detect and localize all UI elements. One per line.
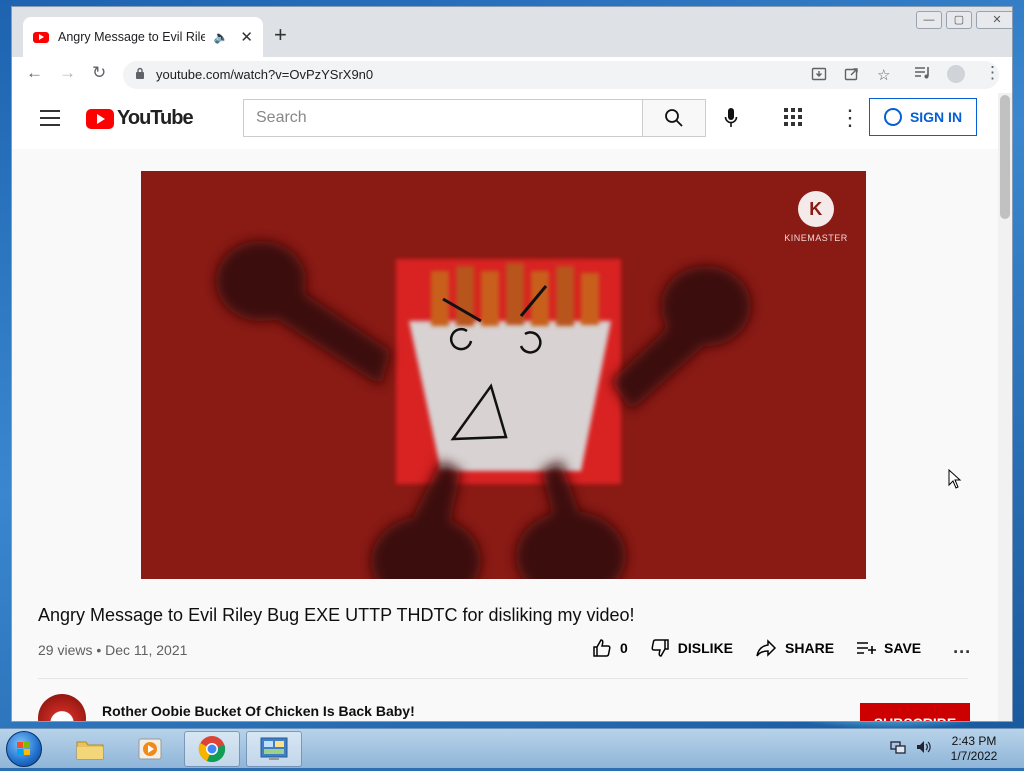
search-icon [665,109,683,127]
kinemaster-logo-icon: K [798,191,834,227]
speaker-icon[interactable]: 🔈 [213,30,228,44]
bookmark-star-icon[interactable]: ☆ [877,66,890,84]
video-title: Angry Message to Evil Riley Bug EXE UTTP… [38,605,635,625]
network-icon[interactable] [890,740,906,757]
url-text: youtube.com/watch?v=OvPzYSrX9n0 [156,67,374,82]
subscribe-button[interactable]: SUBSCRIBE [860,703,970,721]
youtube-header: YouTube ⋮ SIGN IN [12,93,1012,149]
divider [38,678,968,679]
mouse-cursor-icon [948,469,962,489]
control-panel-icon [260,737,288,760]
reload-icon[interactable]: ↻ [92,63,106,83]
folder-icon [76,741,104,760]
kinemaster-watermark: K KINEMASTER [781,191,851,243]
apps-grid-icon[interactable] [784,108,802,131]
window-controls: — ▢ ✕ [916,11,1012,29]
youtube-play-icon [86,108,114,129]
forward-arrow-icon[interactable]: → [59,63,76,83]
sign-in-button[interactable]: SIGN IN [869,98,977,136]
tab-strip: Angry Message to Evil Riley 🔈 ✕ + — ▢ ✕ [12,7,1012,57]
clock-date: 1/7/2022 [950,749,998,763]
install-icon[interactable] [811,66,827,86]
scrollbar-thumb[interactable] [1000,95,1010,219]
system-clock[interactable]: 2:43 PM 1/7/2022 [934,734,1014,764]
youtube-logo-text: YouTube [117,107,194,129]
search-input[interactable] [243,99,643,137]
youtube-favicon-icon [33,31,49,43]
browser-window: Angry Message to Evil Riley 🔈 ✕ + — ▢ ✕ … [11,6,1013,722]
windows-logo-icon [17,742,30,755]
sign-in-label: SIGN IN [909,109,963,125]
hamburger-menu-icon[interactable] [40,110,60,131]
taskbar-explorer[interactable] [62,731,118,767]
like-count: 0 [620,639,628,656]
chrome-icon [198,736,226,763]
media-player-icon [138,738,162,760]
address-bar[interactable]: youtube.com/watch?v=OvPzYSrX9n0 ☆ [123,61,999,89]
settings-more-icon[interactable]: ⋮ [839,105,861,131]
watch-page: K KINEMASTER Angry Message to Evil Riley… [12,149,1012,721]
clock-time: 2:43 PM [951,734,997,748]
taskbar-chrome[interactable] [184,731,240,767]
add-to-playlist-icon [857,641,877,654]
close-tab-icon[interactable]: ✕ [240,28,253,46]
user-circle-icon [883,108,902,126]
tab-title: Angry Message to Evil Riley [58,30,206,44]
video-actions: 0 DISLIKE SHARE SAVE ... [592,637,971,658]
maximize-button[interactable]: ▢ [946,11,972,29]
search-button[interactable] [642,99,706,137]
start-button[interactable] [6,731,42,767]
video-player[interactable]: K KINEMASTER [141,171,866,579]
share-page-icon[interactable] [844,66,860,86]
profile-icon[interactable] [947,65,965,83]
browser-toolbar: ← → ↻ youtube.com/watch?v=OvPzYSrX9n0 ☆ … [12,57,1012,94]
youtube-logo[interactable]: YouTube [86,107,194,130]
channel-name[interactable]: Rother Oobie Bucket Of Chicken Is Back B… [102,703,415,719]
video-frame-image [141,171,866,579]
save-label: SAVE [884,639,922,656]
more-actions-icon[interactable]: ... [953,637,971,658]
dislike-button[interactable]: DISLIKE [650,638,733,658]
minimize-button[interactable]: — [916,11,942,29]
volume-icon[interactable] [916,740,932,757]
new-tab-button[interactable]: + [274,24,287,46]
share-label: SHARE [785,639,835,656]
taskbar-control-panel[interactable] [246,731,302,767]
system-tray [890,740,932,757]
browser-menu-icon[interactable]: ⋮ [984,63,1001,83]
dislike-label: DISLIKE [677,639,734,656]
lock-icon [135,67,145,82]
like-button[interactable]: 0 [592,638,628,658]
save-button[interactable]: SAVE [856,640,921,656]
share-button[interactable]: SHARE [755,638,835,657]
share-arrow-icon [756,638,777,657]
thumbs-down-icon [651,638,669,657]
close-window-button[interactable]: ✕ [976,11,1012,29]
tab-video[interactable]: Angry Message to Evil Riley 🔈 ✕ [23,17,263,57]
video-meta: 29 views • Dec 11, 2021 [38,642,188,658]
taskbar: 2:43 PM 1/7/2022 [0,728,1024,768]
back-arrow-icon[interactable]: ← [26,63,43,83]
kinemaster-text: KINEMASTER [784,233,848,243]
taskbar-media-player[interactable] [122,731,178,767]
channel-avatar[interactable] [38,694,86,721]
media-control-icon[interactable] [914,65,932,86]
thumbs-up-icon [593,638,611,657]
microphone-icon[interactable] [724,107,738,135]
page-scrollbar[interactable] [998,93,1012,721]
